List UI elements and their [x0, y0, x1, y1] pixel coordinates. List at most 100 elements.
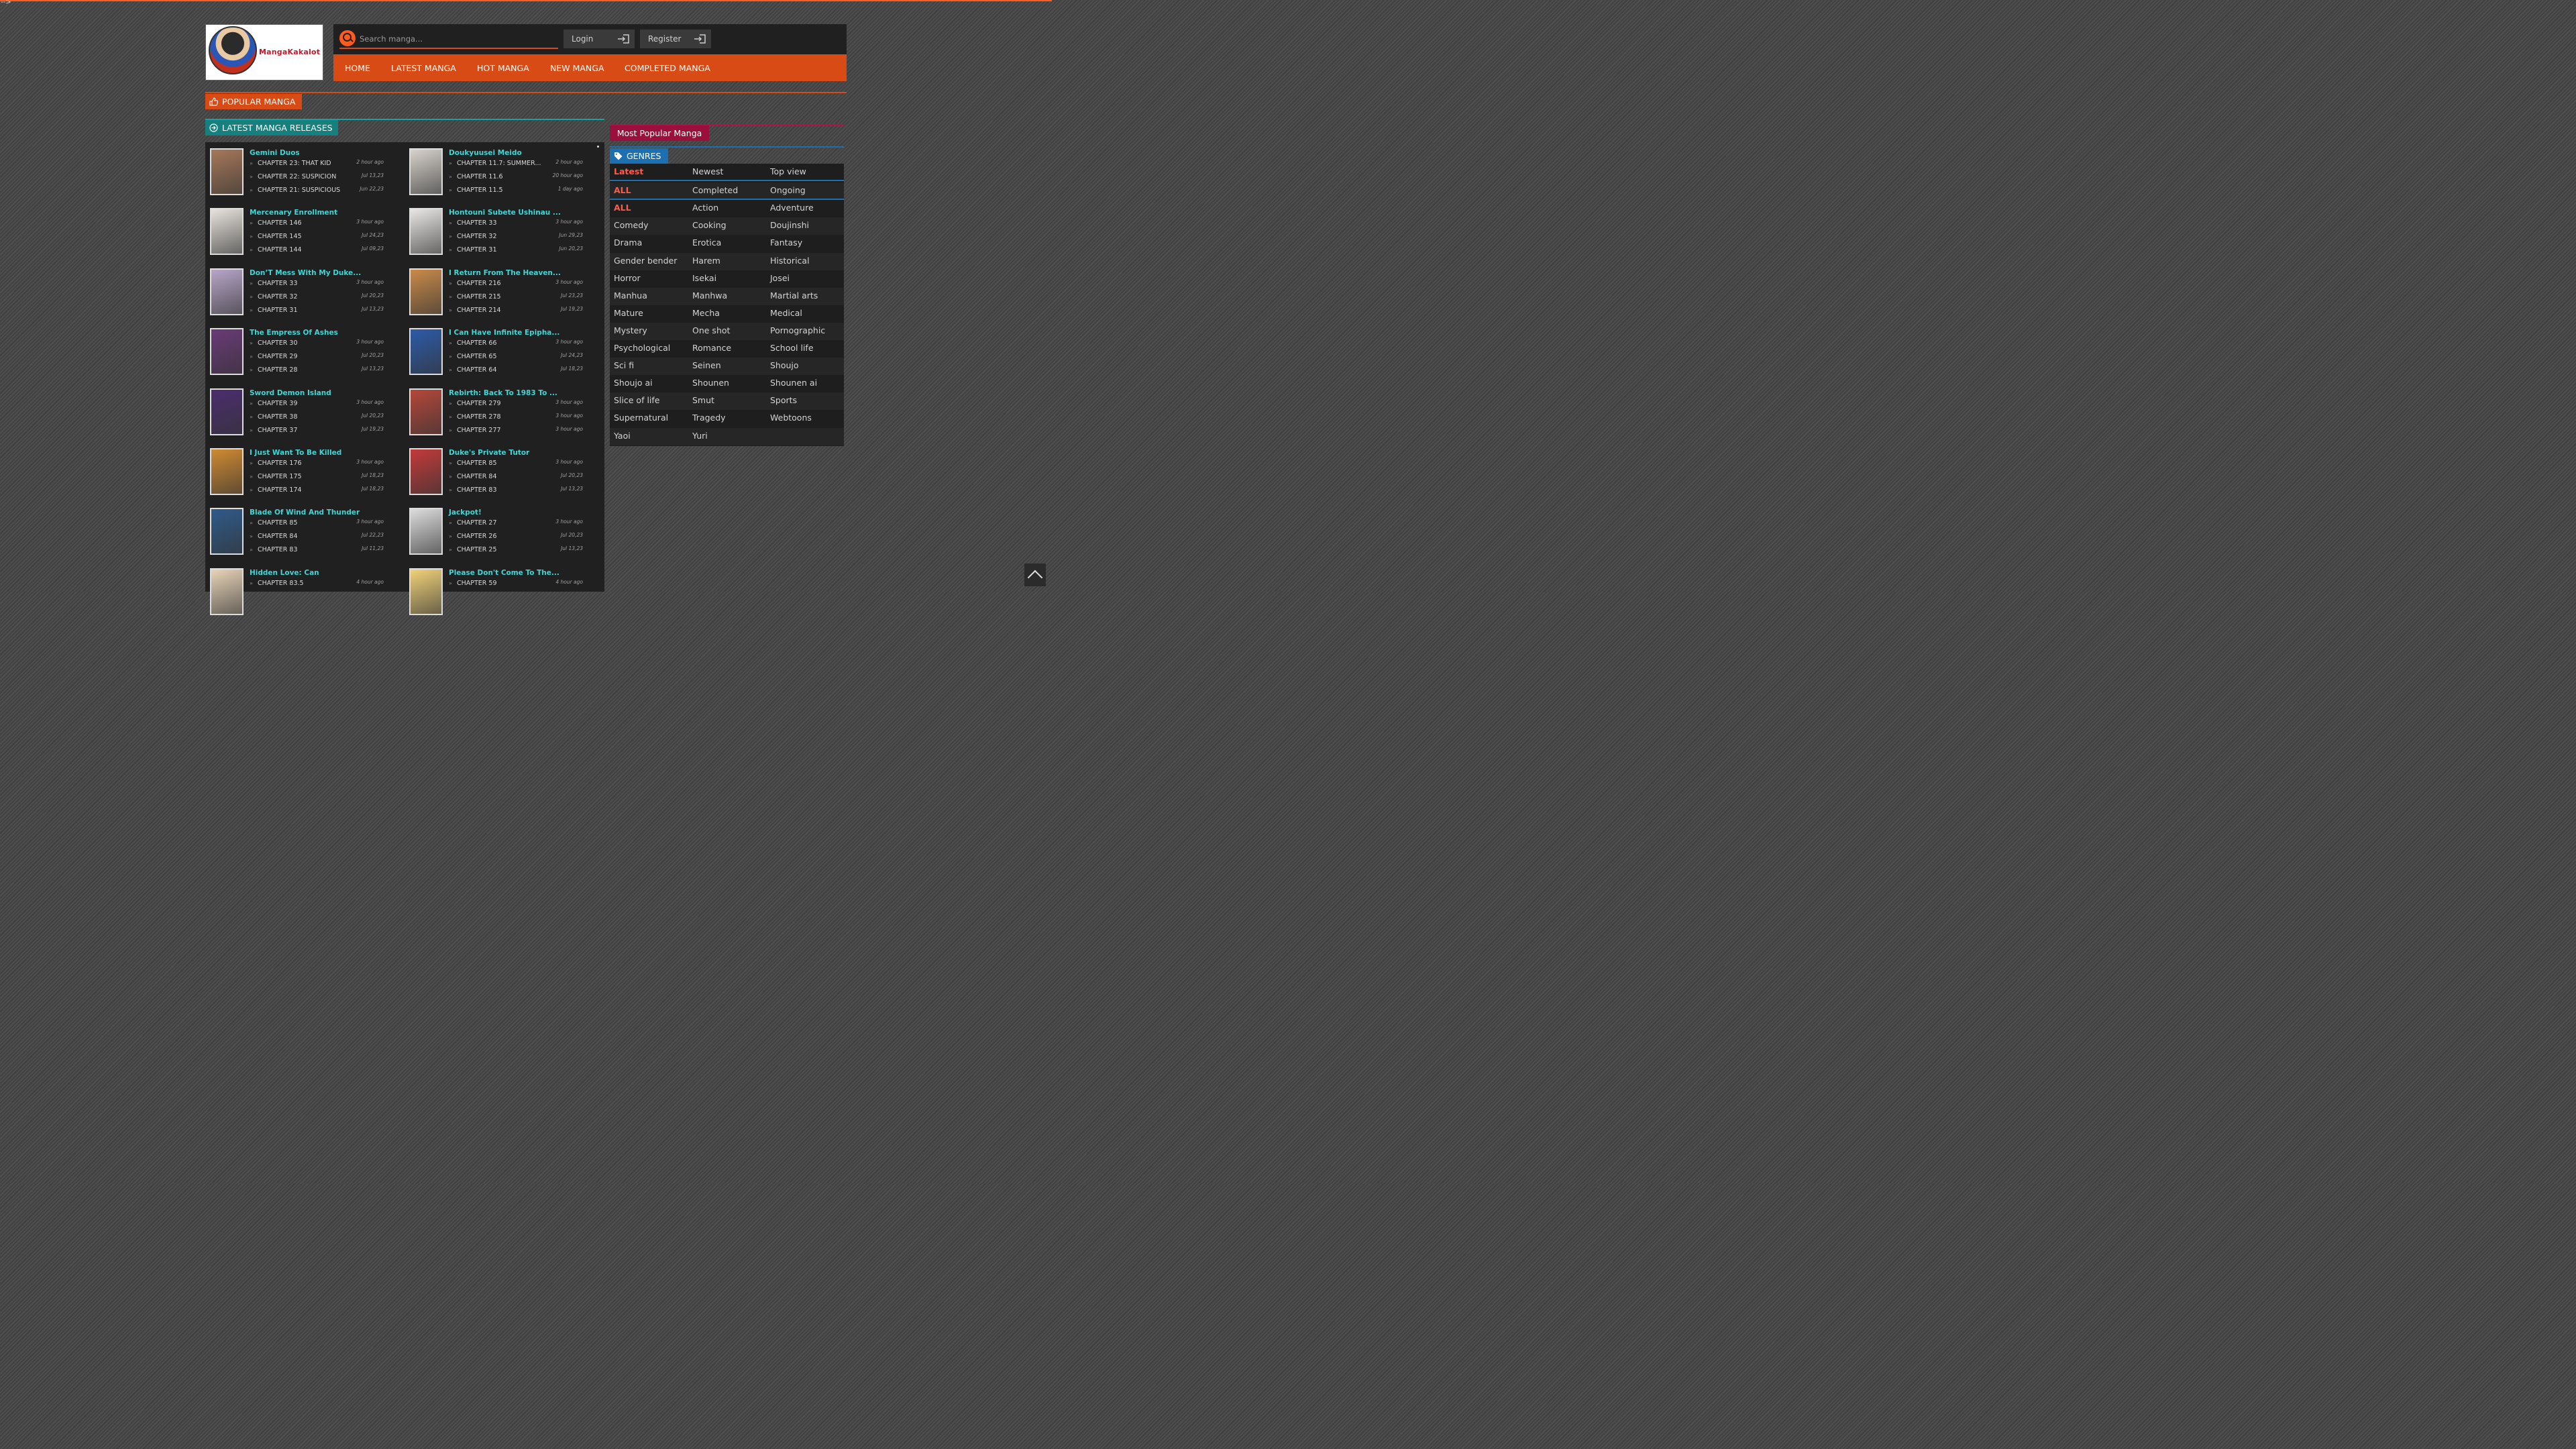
genre-link[interactable]: Romance: [692, 340, 731, 358]
manga-title-link[interactable]: Please Don't Come To The...: [449, 569, 559, 577]
nav-completed-manga[interactable]: COMPLETED MANGA: [625, 63, 710, 73]
chapter-link[interactable]: » CHAPTER 26: [449, 533, 497, 540]
chapter-link[interactable]: » CHAPTER 33: [250, 280, 298, 287]
chapter-link[interactable]: » CHAPTER 33: [449, 219, 497, 227]
manga-cover-image[interactable]: [409, 208, 443, 256]
genre-link[interactable]: Martial arts: [770, 288, 818, 305]
chapter-link[interactable]: » CHAPTER 11.6: [449, 173, 503, 180]
chapter-link[interactable]: » CHAPTER 65: [449, 353, 497, 360]
genre-link[interactable]: Shounen ai: [770, 375, 817, 392]
chapter-link[interactable]: » CHAPTER 146: [250, 219, 302, 227]
genre-link[interactable]: Yaoi: [614, 428, 631, 445]
genre-link[interactable]: Completed: [692, 182, 738, 200]
chapter-link[interactable]: » CHAPTER 38: [250, 413, 298, 421]
genre-link[interactable]: Shoujo ai: [614, 375, 653, 392]
chapter-link[interactable]: » CHAPTER 28: [250, 366, 298, 374]
manga-cover-image[interactable]: [409, 148, 443, 195]
manga-title-link[interactable]: Hidden Love: Can: [250, 569, 319, 577]
manga-cover-image[interactable]: [409, 568, 443, 615]
manga-title-link[interactable]: I Just Want To Be Killed: [250, 449, 341, 457]
genre-link[interactable]: Manhua: [614, 288, 647, 305]
manga-cover-image[interactable]: [409, 388, 443, 435]
genre-link[interactable]: Newest: [692, 164, 723, 181]
genre-link[interactable]: Harem: [692, 253, 720, 270]
chapter-link[interactable]: » CHAPTER 84: [250, 533, 298, 540]
search-input[interactable]: [358, 32, 555, 46]
nav-home[interactable]: HOME: [345, 63, 370, 73]
chapter-link[interactable]: » CHAPTER 21: SUSPICIOUS: [250, 186, 340, 194]
genre-link[interactable]: Tragedy: [692, 410, 726, 427]
chapter-link[interactable]: » CHAPTER 32: [449, 233, 497, 240]
manga-cover-image[interactable]: [210, 508, 244, 555]
chapter-link[interactable]: » CHAPTER 174: [250, 486, 302, 494]
chapter-link[interactable]: » CHAPTER 23: THAT KID: [250, 160, 331, 167]
genre-link[interactable]: Cooking: [692, 217, 727, 235]
chapter-link[interactable]: » CHAPTER 11.5: [449, 186, 503, 194]
manga-title-link[interactable]: Mercenary Enrollment: [250, 209, 337, 217]
genre-link[interactable]: Mature: [614, 305, 643, 323]
manga-title-link[interactable]: Hontouni Subete Ushinau ...: [449, 209, 561, 217]
genre-link[interactable]: Adventure: [770, 200, 814, 217]
nav-new-manga[interactable]: NEW MANGA: [550, 63, 604, 73]
nav-hot-manga[interactable]: HOT MANGA: [477, 63, 529, 73]
genre-link[interactable]: Mystery: [614, 323, 647, 340]
manga-title-link[interactable]: Doukyuusei Meido: [449, 149, 522, 157]
genre-link[interactable]: Medical: [770, 305, 802, 323]
site-logo[interactable]: MangaKakalot: [205, 24, 323, 80]
genre-link[interactable]: One shot: [692, 323, 730, 340]
chapter-link[interactable]: » CHAPTER 279: [449, 400, 501, 407]
chapter-link[interactable]: » CHAPTER 175: [250, 473, 302, 480]
genre-link[interactable]: Doujinshi: [770, 217, 809, 235]
chapter-link[interactable]: » CHAPTER 30: [250, 339, 298, 347]
chapter-link[interactable]: » CHAPTER 37: [250, 427, 298, 434]
genre-link[interactable]: Shounen: [692, 375, 729, 392]
manga-title-link[interactable]: The Empress Of Ashes: [250, 329, 338, 337]
genre-link[interactable]: ALL: [614, 200, 631, 217]
chapter-link[interactable]: » CHAPTER 83: [449, 486, 497, 494]
genre-link[interactable]: Josei: [770, 270, 790, 288]
chapter-link[interactable]: » CHAPTER 83: [250, 546, 298, 553]
chapter-link[interactable]: » CHAPTER 277: [449, 427, 501, 434]
genre-link[interactable]: Webtoons: [770, 410, 812, 427]
genre-link[interactable]: Seinen: [692, 358, 721, 375]
chapter-link[interactable]: » CHAPTER 11.7: SUMMER...: [449, 160, 541, 167]
register-button[interactable]: Register: [640, 30, 711, 48]
manga-cover-image[interactable]: [409, 268, 443, 315]
genre-link[interactable]: Top view: [770, 164, 806, 181]
chapter-link[interactable]: » CHAPTER 85: [449, 460, 497, 467]
genre-link[interactable]: Ongoing: [770, 182, 806, 200]
chapter-link[interactable]: » CHAPTER 32: [250, 293, 298, 301]
manga-cover-image[interactable]: [210, 148, 244, 195]
manga-title-link[interactable]: Blade Of Wind And Thunder: [250, 508, 360, 517]
genre-link[interactable]: Horror: [614, 270, 641, 288]
chapter-link[interactable]: » CHAPTER 215: [449, 293, 501, 301]
genre-link[interactable]: Comedy: [614, 217, 649, 235]
genre-link[interactable]: Historical: [770, 253, 810, 270]
manga-title-link[interactable]: I Can Have Infinite Epipha...: [449, 329, 559, 337]
genre-link[interactable]: Slice of life: [614, 392, 659, 410]
genre-link[interactable]: Fantasy: [770, 235, 802, 252]
chapter-link[interactable]: » CHAPTER 39: [250, 400, 298, 407]
genre-link[interactable]: Smut: [692, 392, 714, 410]
genre-link[interactable]: Sci fi: [614, 358, 634, 375]
chapter-link[interactable]: » CHAPTER 31: [250, 307, 298, 314]
chapter-link[interactable]: » CHAPTER 145: [250, 233, 302, 240]
manga-title-link[interactable]: Jackpot!: [449, 508, 482, 517]
manga-cover-image[interactable]: [409, 328, 443, 376]
genre-link[interactable]: Supernatural: [614, 410, 668, 427]
genre-link[interactable]: School life: [770, 340, 814, 358]
search-icon[interactable]: [339, 30, 356, 46]
manga-cover-image[interactable]: [210, 208, 244, 256]
manga-cover-image[interactable]: [210, 568, 244, 615]
chapter-link[interactable]: » CHAPTER 176: [250, 460, 302, 467]
manga-cover-image[interactable]: [409, 448, 443, 495]
genre-link[interactable]: Manhwa: [692, 288, 727, 305]
genre-link[interactable]: Erotica: [692, 235, 721, 252]
genre-link[interactable]: Sports: [770, 392, 797, 410]
manga-cover-image[interactable]: [210, 268, 244, 315]
manga-cover-image[interactable]: [210, 388, 244, 435]
chapter-link[interactable]: » CHAPTER 214: [449, 307, 501, 314]
manga-title-link[interactable]: Sword Demon Island: [250, 389, 331, 397]
chapter-link[interactable]: » CHAPTER 25: [449, 546, 497, 553]
manga-title-link[interactable]: Rebirth: Back To 1983 To ...: [449, 389, 557, 397]
